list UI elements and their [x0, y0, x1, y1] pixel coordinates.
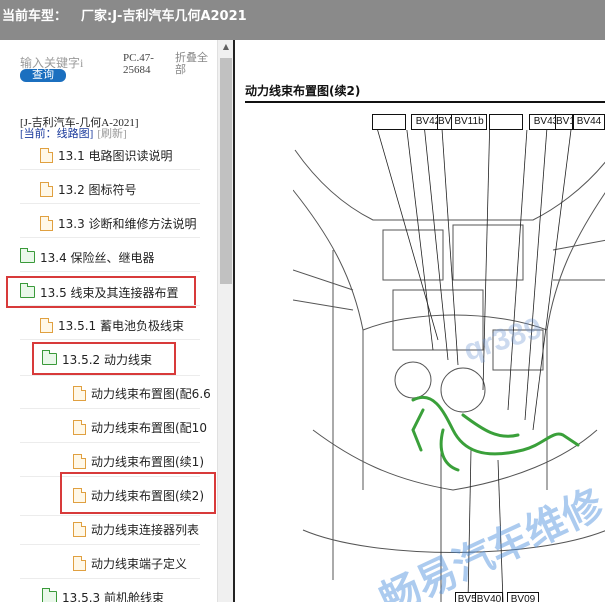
model-value: 厂家:J-吉利汽车几何A2021 — [81, 9, 247, 24]
divider — [20, 339, 200, 340]
connector-label — [372, 114, 406, 130]
file-icon — [73, 555, 86, 571]
tree-item[interactable]: 动力线束端子定义 — [73, 553, 187, 573]
tree-item[interactable]: 动力线束布置图(配6.6 — [73, 383, 218, 403]
file-icon — [73, 385, 86, 401]
tree-item[interactable]: 13.5.1 蓄电池负极线束 — [40, 315, 184, 335]
divider — [20, 578, 200, 579]
scrollbar-thumb[interactable] — [220, 58, 232, 284]
divider — [20, 271, 200, 272]
divider — [20, 169, 200, 170]
model-label: 当前车型： — [2, 9, 68, 24]
file-icon — [40, 317, 53, 333]
divider — [20, 442, 200, 443]
divider — [20, 544, 200, 545]
divider — [20, 203, 200, 204]
search-button[interactable]: 查询 — [20, 69, 66, 82]
document-viewer: 动力线束布置图(续2) BV42 BV61 BV11b BV43 BV14 BV… — [233, 40, 605, 602]
tree-item[interactable]: 13.2 图标符号 — [40, 179, 137, 199]
divider — [20, 305, 200, 306]
title-bar: 当前车型： 厂家:J-吉利汽车几何A2021 — [0, 0, 605, 40]
highlight-box — [32, 342, 176, 375]
sidebar: 输入关键字i 查询 PC.47- 25684 折叠全 部 [J-吉利汽车-几何A… — [0, 40, 233, 602]
folder-icon — [20, 248, 35, 263]
pc-code: PC.47- 25684 — [123, 52, 154, 76]
refresh-link[interactable]: [刷新] — [97, 128, 126, 140]
current-location: [当前：线路图] [刷新] — [20, 125, 127, 141]
file-icon — [73, 521, 86, 537]
tree-item[interactable]: 13.1 电路图识读说明 — [40, 145, 173, 165]
folder-open-icon — [42, 588, 57, 602]
scroll-up-icon[interactable]: ▲ — [218, 42, 233, 56]
file-icon — [40, 147, 53, 163]
connector-label — [489, 114, 523, 130]
current-label: [当前：线路图] — [20, 128, 94, 140]
collapse-all-button[interactable]: 折叠全 部 — [175, 52, 208, 76]
sidebar-scrollbar[interactable]: ▲ — [217, 40, 233, 602]
tree-item[interactable]: 13.3 诊断和维修方法说明 — [40, 213, 197, 233]
divider — [20, 515, 200, 516]
document-title: 动力线束布置图(续2) — [245, 84, 361, 98]
file-icon — [73, 419, 86, 435]
connector-label: BV11b — [451, 114, 487, 130]
connector-label: BV09 — [507, 592, 539, 602]
connector-label: BV14 — [555, 114, 573, 130]
connector-label: BV44 — [573, 114, 605, 130]
file-icon — [40, 215, 53, 231]
divider — [20, 237, 200, 238]
tree-item[interactable]: 13.4 保险丝、继电器 — [20, 247, 155, 267]
connector-label: BV40 — [475, 592, 503, 602]
highlight-box — [60, 472, 216, 514]
highlight-box — [6, 276, 196, 308]
tree-item[interactable]: 动力线束布置图(配10 — [73, 417, 218, 437]
tree-item[interactable]: 动力线束布置图(续1) — [73, 451, 204, 471]
file-icon — [40, 181, 53, 197]
title-underline — [245, 101, 605, 103]
tree-item[interactable]: 13.5.3 前机舱线束 — [42, 587, 164, 602]
divider — [20, 375, 200, 376]
divider — [20, 408, 200, 409]
tree-item[interactable]: 动力线束连接器列表 — [73, 519, 199, 539]
file-icon — [73, 453, 86, 469]
